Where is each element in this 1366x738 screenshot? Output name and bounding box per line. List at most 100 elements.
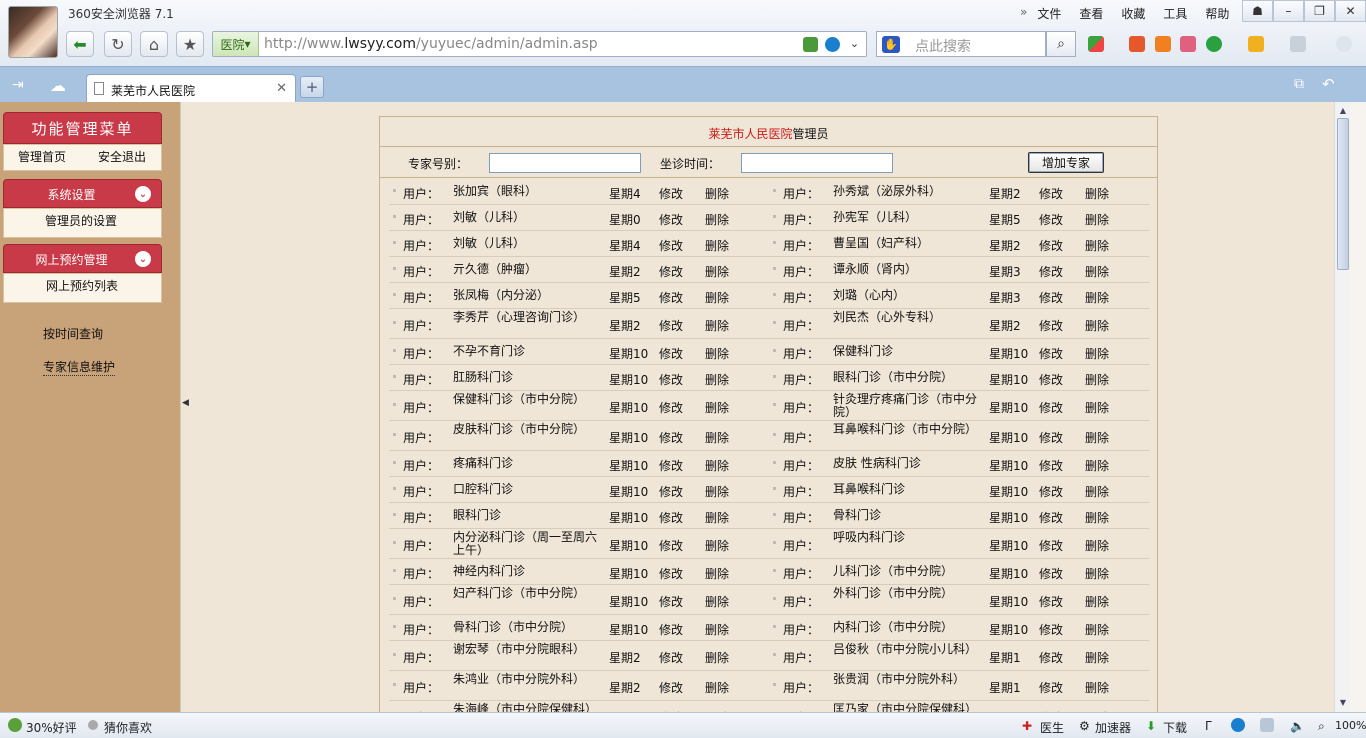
delete-link[interactable]: 删除 <box>705 483 729 500</box>
menu-help[interactable]: 帮助 <box>1205 5 1229 22</box>
accelerator-icon[interactable]: ⚙ <box>1079 719 1090 733</box>
edit-link[interactable]: 修改 <box>659 509 683 526</box>
delete-link[interactable]: 删除 <box>1085 457 1109 474</box>
delete-link[interactable]: 删除 <box>705 509 729 526</box>
edit-link[interactable]: 修改 <box>1039 289 1063 306</box>
edit-link[interactable]: 修改 <box>659 263 683 280</box>
scroll-up-icon[interactable]: ▲ <box>1337 104 1349 116</box>
edit-link[interactable]: 修改 <box>659 289 683 306</box>
delete-link[interactable]: 删除 <box>1085 649 1109 666</box>
menu-favorites[interactable]: 收藏 <box>1121 5 1145 22</box>
collapse-icon[interactable]: ⌄ <box>135 251 151 267</box>
status-accelerator[interactable]: 加速器 <box>1095 719 1131 736</box>
edit-link[interactable]: 修改 <box>659 345 683 362</box>
menu-overflow-icon[interactable]: » <box>1020 5 1027 22</box>
delete-link[interactable]: 删除 <box>1085 237 1109 254</box>
address-dropdown-icon[interactable]: ⌄ <box>847 37 862 52</box>
search-button[interactable]: ⌕ <box>1046 31 1076 57</box>
delete-link[interactable]: 删除 <box>1085 399 1109 416</box>
status-guess-you-like[interactable]: 猜你喜欢 <box>104 719 152 736</box>
delete-link[interactable]: 删除 <box>705 289 729 306</box>
edit-link[interactable]: 修改 <box>659 679 683 696</box>
edit-link[interactable]: 修改 <box>659 593 683 610</box>
collapse-arrow-icon[interactable]: ◀ <box>182 398 189 408</box>
edit-link[interactable]: 修改 <box>659 237 683 254</box>
home-button[interactable]: ⌂ <box>140 31 168 57</box>
delete-link[interactable]: 删除 <box>705 621 729 638</box>
calendar-icon[interactable] <box>1129 36 1145 52</box>
delete-link[interactable]: 删除 <box>1085 593 1109 610</box>
address-bar[interactable]: 医院 ▾ http://www.lwsyy.com/yuyuec/admin/ad… <box>212 31 867 57</box>
delete-link[interactable]: 删除 <box>705 399 729 416</box>
link-booking-list[interactable]: 网上预约列表 <box>46 277 118 294</box>
edit-link[interactable]: 修改 <box>659 565 683 582</box>
delete-link[interactable]: 删除 <box>705 237 729 254</box>
delete-link[interactable]: 删除 <box>1085 371 1109 388</box>
edit-link[interactable]: 修改 <box>1039 185 1063 202</box>
restore-button[interactable]: ❐ <box>1304 0 1335 22</box>
address-url[interactable]: http://www.lwsyy.com/yuyuec/admin/admin.… <box>264 36 598 52</box>
edit-link[interactable]: 修改 <box>1039 649 1063 666</box>
sidebar-toggle-icon[interactable]: ⇥ <box>12 77 24 93</box>
scroll-thumb[interactable] <box>1337 118 1349 270</box>
delete-link[interactable]: 删除 <box>705 537 729 554</box>
doctor-icon[interactable]: ✚ <box>1022 719 1032 733</box>
zoom-icon[interactable]: ⌕ <box>1318 719 1325 734</box>
layout-icon[interactable]: ᒥ <box>1205 719 1212 733</box>
tab-active[interactable]: 莱芜市人民医院 ✕ <box>86 74 296 103</box>
scroll-down-icon[interactable]: ▼ <box>1337 696 1349 708</box>
delete-link[interactable]: 删除 <box>1085 621 1109 638</box>
download-icon[interactable]: ⬇ <box>1146 719 1156 733</box>
edit-link[interactable]: 修改 <box>659 483 683 500</box>
shopping-icon[interactable] <box>1180 36 1196 52</box>
favorite-star-button[interactable]: ★ <box>176 31 204 57</box>
edit-link[interactable]: 修改 <box>1039 237 1063 254</box>
link-logout[interactable]: 安全退出 <box>98 148 146 165</box>
tab-list-icon[interactable]: ⧉ <box>1294 76 1304 92</box>
edit-link[interactable]: 修改 <box>1039 457 1063 474</box>
delete-link[interactable]: 删除 <box>1085 565 1109 582</box>
expert-input[interactable] <box>489 153 641 173</box>
edit-link[interactable]: 修改 <box>1039 263 1063 280</box>
edit-link[interactable]: 修改 <box>659 399 683 416</box>
time-input[interactable] <box>741 153 893 173</box>
edit-link[interactable]: 修改 <box>1039 679 1063 696</box>
edit-link[interactable]: 修改 <box>1039 211 1063 228</box>
edit-link[interactable]: 修改 <box>1039 399 1063 416</box>
screenshot-icon[interactable] <box>1290 36 1306 52</box>
link-query-by-time[interactable]: 按时间查询 <box>43 325 103 342</box>
volume-icon[interactable]: 🔈 <box>1290 719 1305 733</box>
zoom-tool-icon[interactable] <box>1336 36 1352 52</box>
delete-link[interactable]: 删除 <box>705 371 729 388</box>
edit-link[interactable]: 修改 <box>1039 429 1063 446</box>
close-window-button[interactable]: ✕ <box>1335 0 1366 22</box>
delete-link[interactable]: 删除 <box>705 429 729 446</box>
sidebar-divider[interactable]: ◀ <box>180 102 192 712</box>
qr-code-icon[interactable] <box>803 37 818 52</box>
apps-icon[interactable] <box>1088 36 1104 52</box>
status-zoom[interactable]: 100% <box>1335 719 1366 732</box>
delete-link[interactable]: 删除 <box>1085 509 1109 526</box>
delete-link[interactable]: 删除 <box>1085 185 1109 202</box>
game-icon[interactable] <box>1248 36 1264 52</box>
delete-link[interactable]: 删除 <box>1085 483 1109 500</box>
refresh-button[interactable]: ↻ <box>104 31 132 57</box>
menu-view[interactable]: 查看 <box>1079 5 1103 22</box>
delete-link[interactable]: 删除 <box>705 565 729 582</box>
ie-mode-icon[interactable] <box>825 37 840 52</box>
delete-link[interactable]: 删除 <box>1085 429 1109 446</box>
baidu-paw-icon[interactable]: ✋ <box>882 36 900 53</box>
delete-link[interactable]: 删除 <box>1085 317 1109 334</box>
window-icon[interactable] <box>1260 718 1274 732</box>
delete-link[interactable]: 删除 <box>705 211 729 228</box>
edit-link[interactable]: 修改 <box>1039 371 1063 388</box>
cloud-icon[interactable]: ☁ <box>50 76 66 95</box>
edit-link[interactable]: 修改 <box>1039 621 1063 638</box>
delete-link[interactable]: 删除 <box>705 185 729 202</box>
status-download[interactable]: 下载 <box>1163 719 1187 736</box>
delete-link[interactable]: 删除 <box>1085 211 1109 228</box>
back-button[interactable]: ⬅ <box>66 31 94 57</box>
edit-link[interactable]: 修改 <box>1039 483 1063 500</box>
edit-link[interactable]: 修改 <box>659 317 683 334</box>
edit-link[interactable]: 修改 <box>659 649 683 666</box>
